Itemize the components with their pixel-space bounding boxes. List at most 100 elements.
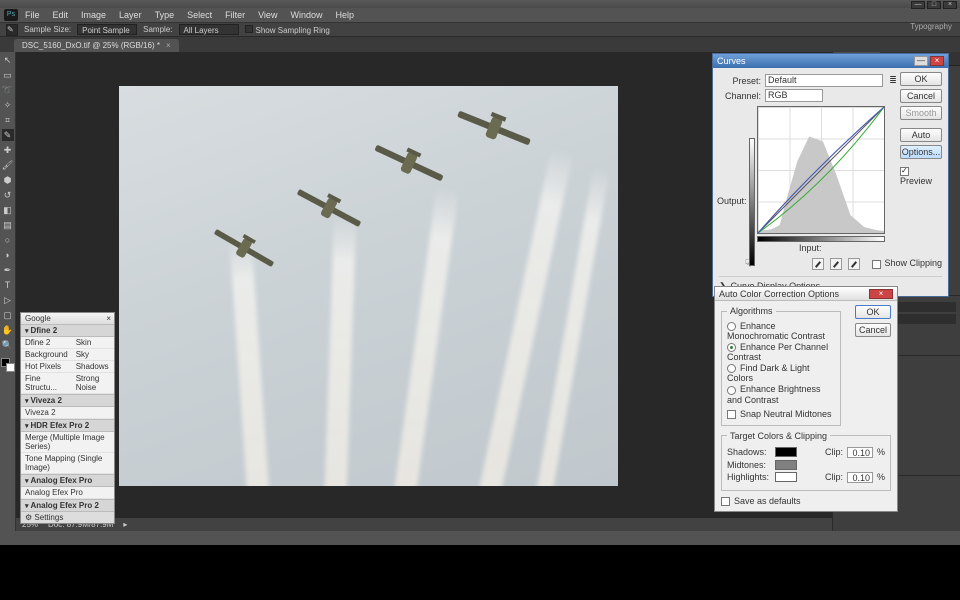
color-swatches[interactable] [1, 358, 15, 372]
eyedropper-tool[interactable]: ✎ [2, 129, 14, 141]
menu-layer[interactable]: Layer [113, 10, 148, 20]
shadows-clip-input[interactable]: 0.10 [847, 447, 873, 458]
type-tool[interactable]: T [2, 279, 14, 291]
marquee-tool[interactable]: ▭ [2, 69, 14, 81]
play-icon[interactable]: ▸ [123, 520, 127, 529]
preset-select[interactable]: Default [765, 74, 883, 87]
dialog-min-icon[interactable]: — [914, 56, 928, 66]
window-max[interactable]: □ [927, 1, 941, 9]
menu-window[interactable]: Window [284, 10, 328, 20]
document-tab[interactable]: DSC_5160_DxO.tif @ 25% (RGB/16) *× [14, 39, 179, 52]
acc-cancel-button[interactable]: Cancel [855, 323, 891, 337]
nik-section-analog[interactable]: Analog Efex Pro [21, 474, 114, 487]
document-canvas[interactable] [119, 86, 618, 486]
zoom-tool[interactable]: 🔍 [2, 339, 14, 351]
path-tool[interactable]: ▷ [2, 294, 14, 306]
menu-edit[interactable]: Edit [47, 10, 75, 20]
nik-item[interactable]: Hot Pixels [21, 361, 72, 373]
menu-select[interactable]: Select [181, 10, 218, 20]
histogram [758, 107, 884, 233]
preset-menu-icon[interactable]: ≣ [887, 75, 899, 86]
nik-item[interactable]: Merge (Multiple Image Series) [21, 432, 114, 453]
alg-radio-3[interactable] [727, 386, 736, 395]
nik-section-analog2[interactable]: Analog Efex Pro 2 [21, 499, 114, 512]
gradient-tool[interactable]: ▤ [2, 219, 14, 231]
menu-image[interactable]: Image [75, 10, 112, 20]
gray-point-eyedropper[interactable] [830, 258, 842, 270]
workspace-switcher[interactable]: Typography [910, 22, 952, 31]
crop-tool[interactable]: ⌗ [2, 114, 14, 126]
nik-item[interactable]: Shadows [72, 361, 114, 373]
menu-help[interactable]: Help [329, 10, 360, 20]
cancel-button[interactable]: Cancel [900, 89, 942, 103]
menu-type[interactable]: Type [149, 10, 181, 20]
hand-tool[interactable]: ✋ [2, 324, 14, 336]
curves-titlebar[interactable]: Curves —× [713, 54, 948, 68]
nik-item[interactable]: Viveza 2 [21, 407, 114, 419]
save-defaults-checkbox[interactable] [721, 497, 730, 506]
snap-checkbox[interactable] [727, 410, 736, 419]
nik-item[interactable]: Background [21, 349, 72, 361]
nik-item[interactable]: Dfine 2 [21, 337, 72, 349]
nik-item[interactable]: Analog Efex Pro [21, 487, 114, 499]
heal-tool[interactable]: ✚ [2, 144, 14, 156]
alg-radio-1[interactable] [727, 343, 736, 352]
lasso-tool[interactable]: ➰ [2, 84, 14, 96]
wand-tool[interactable]: ✧ [2, 99, 14, 111]
nik-section-dfine[interactable]: Dfine 2 [21, 324, 114, 337]
shape-tool[interactable]: ▢ [2, 309, 14, 321]
alg-radio-2[interactable] [727, 364, 736, 373]
white-point-eyedropper[interactable] [848, 258, 860, 270]
nik-close-icon[interactable]: × [106, 314, 111, 323]
sample-size-select[interactable]: Point Sample [77, 24, 137, 35]
sample-label: Sample: [143, 25, 172, 34]
curves-graph[interactable] [757, 106, 885, 234]
app-logo[interactable]: Ps [4, 9, 18, 21]
dodge-tool[interactable]: ◗ [2, 249, 14, 261]
shadows-swatch[interactable] [775, 447, 797, 457]
highlights-swatch[interactable] [775, 472, 797, 482]
midtones-swatch[interactable] [775, 460, 797, 470]
nik-settings-label: Settings [34, 513, 63, 522]
close-tab-icon[interactable]: × [166, 41, 171, 50]
window-close[interactable]: × [943, 1, 957, 9]
alg-radio-0[interactable] [727, 322, 736, 331]
ok-button[interactable]: OK [900, 72, 942, 86]
brush-tool[interactable]: 🖌 [2, 159, 14, 171]
dialog-close-icon[interactable]: × [930, 56, 944, 66]
stamp-tool[interactable]: ⬢ [2, 174, 14, 186]
preset-label: Preset: [719, 76, 761, 86]
auto-color-dialog: Auto Color Correction Options × OK Cance… [714, 286, 898, 512]
black-point-eyedropper[interactable] [812, 258, 824, 270]
blur-tool[interactable]: ○ [2, 234, 14, 246]
show-ring-checkbox[interactable] [245, 25, 253, 33]
acc-titlebar[interactable]: Auto Color Correction Options × [715, 287, 897, 301]
nik-item[interactable]: Skin [72, 337, 114, 349]
nik-header[interactable]: Google× [21, 313, 114, 324]
pct-label: % [877, 472, 885, 482]
move-tool[interactable]: ↖ [2, 54, 14, 66]
menu-filter[interactable]: Filter [219, 10, 251, 20]
input-label: Input: [799, 243, 942, 253]
snap-label: Snap Neutral Midtones [740, 409, 832, 419]
nik-item[interactable]: Fine Structu... [21, 373, 72, 394]
menu-file[interactable]: File [19, 10, 46, 20]
highlights-clip-input[interactable]: 0.10 [847, 472, 873, 483]
nik-section-hdr[interactable]: HDR Efex Pro 2 [21, 419, 114, 432]
menu-view[interactable]: View [252, 10, 283, 20]
nik-section-viveza[interactable]: Viveza 2 [21, 394, 114, 407]
acc-ok-button[interactable]: OK [855, 305, 891, 319]
sample-select[interactable]: All Layers [179, 24, 239, 35]
nik-item[interactable]: Strong Noise [72, 373, 114, 394]
nik-item[interactable]: Tone Mapping (Single Image) [21, 453, 114, 474]
eraser-tool[interactable]: ◧ [2, 204, 14, 216]
pen-tool[interactable]: ✒ [2, 264, 14, 276]
nik-settings[interactable]: ⚙ Settings [21, 512, 114, 523]
history-brush-tool[interactable]: ↺ [2, 189, 14, 201]
channel-select[interactable]: RGB [765, 89, 823, 102]
show-clipping-checkbox[interactable] [872, 260, 881, 269]
window-min[interactable]: — [911, 1, 925, 9]
acc-close-icon[interactable]: × [869, 289, 893, 299]
show-clipping-label: Show Clipping [884, 258, 942, 268]
nik-item[interactable]: Sky [72, 349, 114, 361]
